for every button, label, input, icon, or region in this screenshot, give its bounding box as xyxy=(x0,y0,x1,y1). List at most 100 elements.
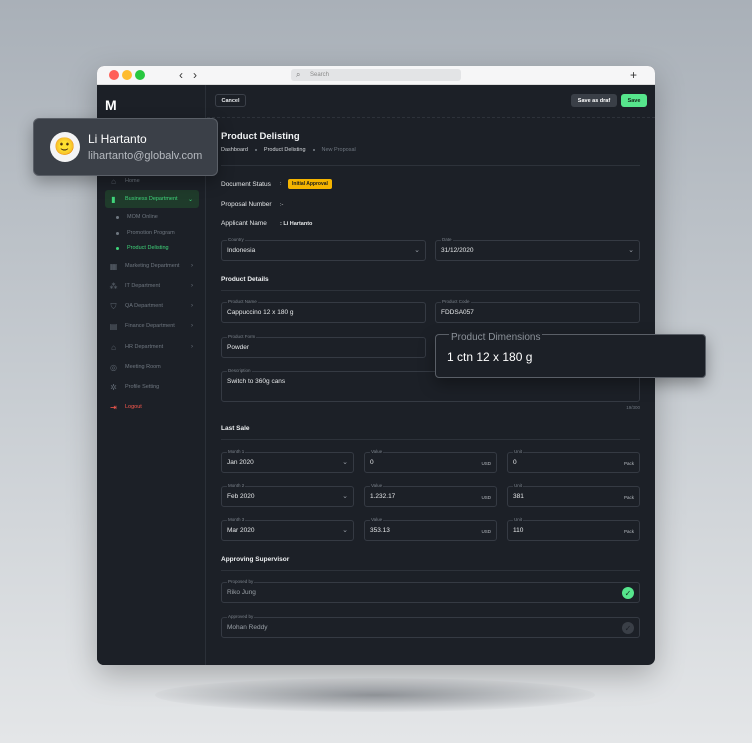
document-status-colon: : xyxy=(280,181,282,187)
sidebar-subitem-product-delisting[interactable]: Product Delisting xyxy=(116,245,169,251)
proposed-by-field-label: Proposed by xyxy=(227,579,255,584)
sidebar-item-qa-department[interactable]: ⛉ QA Department › xyxy=(105,297,199,315)
chevron-right-icon: › xyxy=(191,323,193,329)
sidebar-item-label: Home xyxy=(125,178,140,184)
month-3-select[interactable]: Month 3 Mar 2020 ⌄ xyxy=(221,517,354,541)
gear-icon: ✲ xyxy=(110,382,117,392)
country-select[interactable]: Country Indonesia ⌄ xyxy=(221,237,426,261)
breadcrumb: Dashboard Product Delisting New Proposal xyxy=(221,147,356,153)
sidebar-item-hr-department[interactable]: ⌂ HR Department › xyxy=(105,338,199,356)
chevron-down-icon: ⌄ xyxy=(342,493,348,500)
value-3-input[interactable]: Value 353.13 USD xyxy=(364,517,497,541)
maximize-window-button[interactable] xyxy=(135,70,145,80)
divider xyxy=(221,165,640,166)
sidebar-item-profile-setting[interactable]: ✲ Profile Setting xyxy=(105,378,199,396)
sidebar-item-logout[interactable]: ⇥ Logout xyxy=(105,398,199,416)
unit-amount: 381 xyxy=(513,493,524,500)
sidebar-subitem-promotion-program[interactable]: Promotion Program xyxy=(116,230,175,236)
new-tab-plus-icon[interactable]: + xyxy=(630,67,637,83)
value-1-input[interactable]: Value 0 USD xyxy=(364,449,497,473)
chevron-down-icon: ⌄ xyxy=(414,247,420,254)
sidebar-item-label: IT Department xyxy=(125,283,161,289)
last-sale-heading: Last Sale xyxy=(221,425,250,432)
sidebar-subitem-mom-online[interactable]: MOM Online xyxy=(116,214,158,220)
value-field-label: Value xyxy=(370,483,384,488)
description-field-label: Description xyxy=(227,368,252,373)
proposed-by-value: Riko Jung xyxy=(227,589,256,596)
billboard-icon: ▦ xyxy=(109,261,118,271)
sidebar-item-marketing-department[interactable]: ▦ Marketing Department › xyxy=(105,257,199,275)
product-code-value: FDDSA057 xyxy=(441,309,474,316)
browser-search-bar[interactable]: ⌕ Search xyxy=(291,69,461,81)
product-form-input[interactable]: Product Form Powder xyxy=(221,334,426,358)
unit-amount: 0 xyxy=(513,459,517,466)
month-value: Jan 2020 xyxy=(227,459,254,466)
applicant-name-value: : Li Hartanto xyxy=(280,221,313,227)
chevron-down-icon: ⌄ xyxy=(187,196,193,203)
save-as-draft-button[interactable]: Save as draf xyxy=(571,94,617,107)
sidebar-item-finance-department[interactable]: ▤ Finance Department › xyxy=(105,317,199,335)
save-button[interactable]: Save xyxy=(621,94,647,107)
value-field-label: Value xyxy=(370,449,384,454)
breadcrumb-separator xyxy=(312,149,315,151)
breadcrumb-product-delisting[interactable]: Product Delisting xyxy=(264,147,306,153)
product-dimensions-input[interactable]: Product Dimensions 1 ctn 12 x 180 g xyxy=(435,332,706,378)
cancel-button[interactable]: Cancel xyxy=(215,94,246,107)
sidebar-item-label: Profile Setting xyxy=(125,384,160,390)
check-icon: ✓ xyxy=(622,622,634,634)
product-name-value: Cappuccino 12 x 180 g xyxy=(227,309,294,316)
currency-suffix: USD xyxy=(481,461,491,466)
product-name-field-label: Product Name xyxy=(227,299,258,304)
network-icon: ⁂ xyxy=(109,281,118,291)
sidebar-item-meeting-room[interactable]: ◎ Meeting Room xyxy=(105,358,199,376)
proposal-number-value: :- xyxy=(280,202,284,208)
back-arrow-icon[interactable]: ‹ xyxy=(179,68,183,82)
sidebar-item-label: Logout xyxy=(125,404,142,410)
close-window-button[interactable] xyxy=(109,70,119,80)
value-amount: 1.232.17 xyxy=(370,493,396,500)
bullet-icon xyxy=(116,215,119,219)
breadcrumb-dashboard[interactable]: Dashboard xyxy=(221,147,248,153)
unit-suffix: Pack xyxy=(623,495,634,500)
user-profile-card[interactable]: 🙂 Li Hartanto lihartanto@globalv.com xyxy=(33,118,218,176)
unit-field-label: Unit xyxy=(513,449,524,454)
avatar: 🙂 xyxy=(50,132,80,162)
chevron-down-icon: ⌄ xyxy=(628,247,634,254)
bar-chart-icon: ▮ xyxy=(111,194,116,204)
sidebar-item-label: Finance Department xyxy=(125,323,175,329)
unit-3-input[interactable]: Unit 110 Pack xyxy=(507,517,640,541)
approved-by-field[interactable]: Approved by Mohan Reddy ✓ xyxy=(221,614,640,638)
product-code-input[interactable]: Product Code FDDSA057 xyxy=(435,299,640,323)
app-logo: M xyxy=(105,97,117,113)
month-2-select[interactable]: Month 2 Feb 2020 ⌄ xyxy=(221,483,354,507)
home-icon: ⌂ xyxy=(111,176,116,186)
sidebar-item-business-department[interactable]: ▮ Business Department ⌄ xyxy=(105,190,199,208)
date-select[interactable]: Date 31/12/2020 ⌄ xyxy=(435,237,640,261)
main-content: Product Delisting Dashboard Product Deli… xyxy=(207,118,655,665)
month-1-select[interactable]: Month 1 Jan 2020 ⌄ xyxy=(221,449,354,473)
proposed-by-field[interactable]: Proposed by Riko Jung ✓ xyxy=(221,579,640,603)
value-2-input[interactable]: Value 1.232.17 USD xyxy=(364,483,497,507)
unit-1-input[interactable]: Unit 0 Pack xyxy=(507,449,640,473)
chevron-right-icon: › xyxy=(191,303,193,309)
top-toolbar: Cancel Save as draf Save xyxy=(207,85,655,118)
product-name-input[interactable]: Product Name Cappuccino 12 x 180 g xyxy=(221,299,426,323)
unit-2-input[interactable]: Unit 381 Pack xyxy=(507,483,640,507)
page-title: Product Delisting xyxy=(221,131,300,142)
sidebar-item-it-department[interactable]: ⁂ IT Department › xyxy=(105,277,199,295)
sidebar-item-label: Business Department xyxy=(125,196,178,202)
browser-titlebar: ‹ › ⌕ Search + xyxy=(97,66,655,85)
forward-arrow-icon[interactable]: › xyxy=(193,68,197,82)
chevron-down-icon: ⌄ xyxy=(342,527,348,534)
product-dimensions-field-label: Product Dimensions xyxy=(449,332,543,343)
sidebar-subitem-label: Product Delisting xyxy=(127,245,169,251)
breadcrumb-separator xyxy=(254,149,257,151)
product-code-field-label: Product Code xyxy=(441,299,471,304)
chevron-right-icon: › xyxy=(191,263,193,269)
minimize-window-button[interactable] xyxy=(122,70,132,80)
product-form-field-label: Product Form xyxy=(227,334,257,339)
date-field-label: Date xyxy=(441,237,453,242)
building-icon: ⌂ xyxy=(111,342,116,352)
meeting-icon: ◎ xyxy=(110,362,117,372)
shield-icon: ⛉ xyxy=(110,301,117,311)
